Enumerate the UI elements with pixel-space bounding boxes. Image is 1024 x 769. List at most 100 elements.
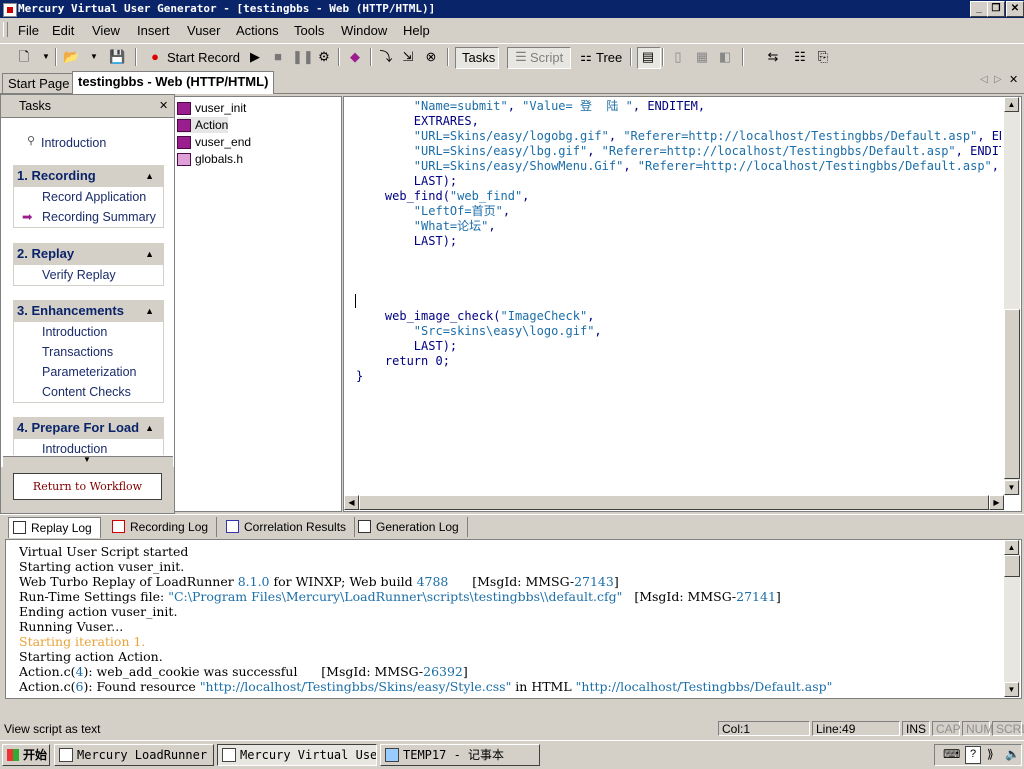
tab-recording-log[interactable]: Recording Log — [108, 517, 218, 537]
app-icon[interactable] — [3, 3, 17, 17]
step-into-icon[interactable]: ⇲ — [400, 49, 416, 65]
code-area[interactable]: "Name=submit", "Value= 登 陆 ", ENDITEM, E… — [356, 99, 1001, 493]
editor-vscrollbar[interactable]: ▲ ▼ — [1004, 97, 1020, 495]
script-editor[interactable]: "Name=submit", "Value= 登 陆 ", ENDITEM, E… — [343, 96, 1022, 512]
task-introduction[interactable]: Introduction — [41, 136, 106, 150]
group-title[interactable]: 2. Replay — [17, 246, 74, 261]
code-line: "Src=skins\easy\logo.gif", — [413, 324, 602, 338]
start-button[interactable]: 开始 — [2, 744, 50, 766]
scroll-up-icon[interactable]: ▲ — [1004, 540, 1019, 555]
tab-correlation-results[interactable]: Correlation Results — [222, 517, 356, 537]
scroll-right-icon[interactable]: ▷ — [994, 74, 1002, 85]
insert-step-icon[interactable]: ⤵ — [378, 49, 394, 65]
scroll-up-icon[interactable]: ▲ — [1004, 97, 1019, 112]
taskbar-item-vugen[interactable]: Mercury Virtual Use... — [217, 744, 377, 766]
chevron-down-icon[interactable]: ▼ — [83, 455, 91, 464]
task-transactions[interactable]: Transactions — [14, 342, 163, 362]
task-parameterization[interactable]: Parameterization — [14, 362, 163, 382]
scroll-thumb[interactable] — [1004, 309, 1020, 479]
menu-tools[interactable]: Tools — [294, 23, 324, 38]
task-record-application[interactable]: Record Application — [14, 187, 163, 207]
collapse-icon[interactable]: ▲ — [145, 300, 154, 322]
record-icon[interactable]: ● — [147, 49, 163, 65]
menu-view[interactable]: View — [92, 23, 120, 38]
taskbar-item-loadrunner[interactable]: Mercury LoadRunner 8.1 — [54, 744, 214, 766]
list-icon[interactable]: ☷ — [792, 49, 808, 65]
tab-generation-log[interactable]: Generation Log — [354, 517, 468, 537]
export-icon[interactable]: ⎘ — [815, 49, 831, 65]
group-title[interactable]: 4. Prepare For Load — [17, 420, 139, 435]
return-to-workflow-button[interactable]: Return to Workflow — [13, 473, 162, 500]
chevron-down-icon[interactable]: ▼ — [86, 49, 102, 65]
scroll-down-icon[interactable]: ▼ — [1004, 480, 1019, 495]
stop-icon[interactable]: ■ — [270, 49, 286, 65]
tree-item-vuser-init[interactable]: vuser_init — [177, 100, 246, 116]
open-folder-icon[interactable]: 📂 — [63, 49, 79, 65]
menu-vuser[interactable]: Vuser — [187, 23, 220, 38]
minimize-button[interactable]: _ — [970, 1, 988, 17]
title-bar: Mercury Virtual User Generator - [testin… — [0, 0, 1024, 18]
tree-item-vuser-end[interactable]: vuser_end — [177, 134, 251, 150]
group-title[interactable]: 1. Recording — [17, 168, 96, 183]
play-icon[interactable]: ▶ — [247, 49, 263, 65]
log-line: Running Vuser... — [19, 619, 124, 634]
tasks-scroll-down[interactable]: ▼ — [3, 455, 173, 467]
scroll-left-icon[interactable]: ◁ — [980, 74, 988, 85]
menu-edit[interactable]: Edit — [52, 23, 74, 38]
task-content-checks[interactable]: Content Checks — [14, 382, 163, 402]
task-load-introduction[interactable]: Introduction — [14, 439, 163, 455]
collapse-icon[interactable]: ▲ — [145, 165, 154, 187]
scroll-thumb[interactable] — [1004, 555, 1020, 577]
speaker-icon[interactable]: 🔈 — [1005, 747, 1020, 761]
log-vscrollbar[interactable]: ▲ ▼ — [1004, 540, 1020, 697]
help-icon[interactable]: ? — [965, 746, 981, 764]
breakpoint-icon[interactable]: ⊗ — [423, 49, 439, 65]
editor-hscrollbar[interactable]: ◀ ▶ — [344, 495, 1004, 510]
tab-start-page[interactable]: Start Page — [2, 73, 76, 93]
group-title[interactable]: 3. Enhancements — [17, 303, 124, 318]
server-icon[interactable]: ▦ — [694, 49, 710, 65]
tree-item-globals[interactable]: globals.h — [177, 151, 243, 167]
chevron-icon[interactable]: ⟫ — [987, 747, 994, 761]
scroll-down-icon[interactable]: ▼ — [1004, 682, 1019, 697]
menu-file[interactable]: File — [18, 23, 39, 38]
tab-testingbbs[interactable]: testingbbs - Web (HTTP/HTML) — [72, 71, 275, 94]
replay-log-icon — [13, 521, 26, 534]
script-view-button[interactable]: Script — [530, 50, 563, 65]
taskbar-item-notepad[interactable]: TEMP17 - 记事本 — [380, 744, 540, 766]
snapshot-icon[interactable]: ◧ — [717, 49, 733, 65]
maximize-button[interactable]: ❐ — [987, 1, 1005, 17]
page-icon[interactable]: ▯ — [670, 49, 686, 65]
tree-view-button[interactable]: Tree — [596, 50, 622, 65]
save-icon[interactable]: 💾 — [109, 49, 125, 65]
task-verify-replay[interactable]: Verify Replay — [14, 265, 163, 285]
log-text[interactable]: Virtual User Script started Starting acti… — [19, 544, 1004, 694]
close-tasks-icon[interactable]: ✕ — [159, 99, 168, 112]
menu-window[interactable]: Window — [341, 23, 387, 38]
scroll-thumb[interactable] — [359, 495, 989, 510]
tasks-button[interactable]: Tasks — [462, 50, 495, 65]
scroll-left-icon[interactable]: ◀ — [344, 495, 359, 510]
start-record-button[interactable]: Start Record — [167, 50, 240, 65]
scroll-right-icon[interactable]: ▶ — [989, 495, 1004, 510]
output-window-icon[interactable]: ▤ — [640, 49, 656, 65]
close-button[interactable]: ✕ — [1006, 1, 1024, 17]
pause-icon[interactable]: ❚❚ — [292, 49, 314, 65]
compare-icon[interactable]: ⇆ — [765, 49, 781, 65]
collapse-icon[interactable]: ▲ — [145, 243, 154, 265]
menu-help[interactable]: Help — [403, 23, 430, 38]
action-icon[interactable]: ◆ — [347, 49, 363, 65]
keyboard-icon[interactable]: ⌨ — [943, 747, 960, 761]
menu-insert[interactable]: Insert — [137, 23, 170, 38]
task-enh-introduction[interactable]: Introduction — [14, 322, 163, 342]
gear-icon[interactable]: ⚙ — [316, 49, 332, 65]
output-log[interactable]: Virtual User Script started Starting acti… — [5, 539, 1022, 699]
collapse-icon[interactable]: ▲ — [145, 417, 154, 439]
close-tab-icon[interactable]: ✕ — [1009, 73, 1018, 86]
menu-actions[interactable]: Actions — [236, 23, 279, 38]
new-script-icon[interactable]: 🗋 — [16, 49, 32, 65]
tree-item-action[interactable]: Action — [177, 117, 229, 133]
tab-replay-log[interactable]: Replay Log — [8, 517, 101, 538]
chevron-down-icon[interactable]: ▼ — [38, 49, 54, 65]
task-recording-summary[interactable]: ➡ Recording Summary — [14, 207, 163, 227]
